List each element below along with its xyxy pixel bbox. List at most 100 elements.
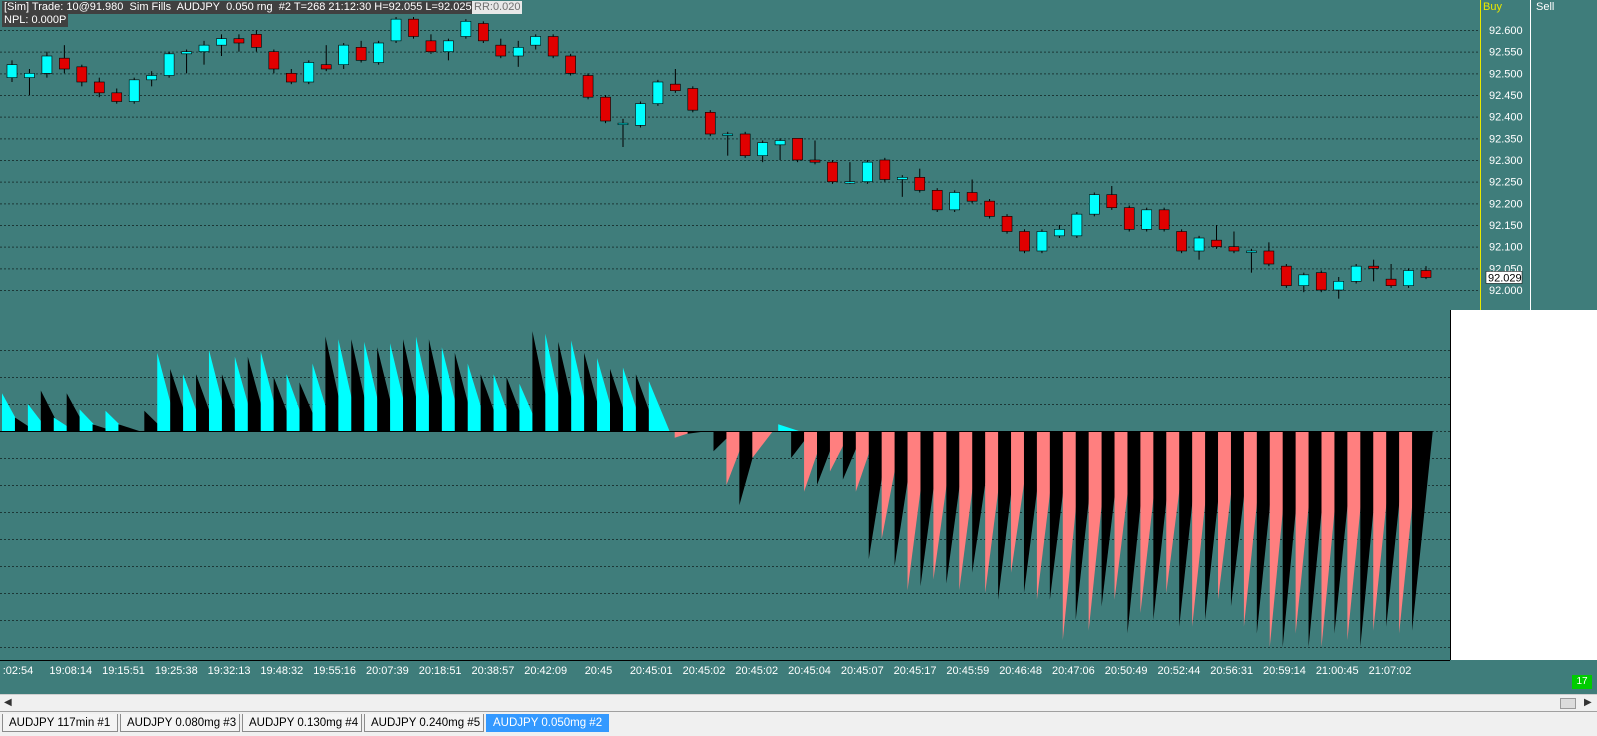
price-candle [600, 96, 611, 122]
time-tick-label: 21:07:02 [1369, 665, 1412, 677]
time-tick-label: 20:38:57 [472, 665, 515, 677]
price-candle [1368, 265, 1379, 269]
price-candle [443, 40, 454, 52]
header-bar: [Sim] Trade: 10@91.980 Sim Fills AUDJPY … [2, 1, 474, 14]
time-tick-label: 20:45:59 [946, 665, 989, 677]
osc-tick-label: -40.00 [1455, 480, 1486, 492]
time-tick-label: 19:25:38 [155, 665, 198, 677]
osc-tick-label: -100.00 [1455, 561, 1492, 573]
scroll-right-icon[interactable]: ▶ [1584, 697, 1592, 708]
time-tick-label: 20:45:07 [841, 665, 884, 677]
price-candle [652, 81, 664, 104]
chart-canvas[interactable]: 92.600 92.550 92.500 92.450 92.400 92.350 92.3… [0, 0, 1597, 694]
price-candle [617, 122, 629, 125]
price-candle [984, 200, 995, 217]
bar-stats: T=268 21:12:30 H=92.055 L=92.025 [293, 1, 472, 13]
price-candle [216, 38, 227, 46]
price-candle [565, 55, 576, 74]
instrument-label: AUDJPY [176, 1, 221, 13]
time-tick-label: :02:54 [3, 665, 34, 677]
price-candle [844, 181, 856, 184]
time-tick-label: 21:00:45 [1316, 665, 1359, 677]
price-tick-label: 92.600 [1489, 25, 1523, 37]
tab-audjpy-0050mg[interactable]: AUDJPY 0.050mg #2 [486, 714, 609, 732]
price-candle [512, 47, 524, 57]
price-candle [1019, 231, 1030, 252]
price-candle [111, 92, 123, 102]
price-candle [495, 44, 507, 57]
price-candle [320, 64, 332, 70]
fills-label: Sim Fills [129, 1, 172, 13]
osc-tick-label: -80.00 [1455, 534, 1486, 546]
time-tick-label: 20:50:49 [1105, 665, 1148, 677]
price-candle [390, 18, 402, 42]
price-candle [1281, 265, 1292, 286]
price-candle [251, 34, 262, 48]
rr-label: RR:0.020 [472, 1, 523, 14]
price-candle [722, 133, 734, 136]
tab-audjpy-0080mg[interactable]: AUDJPY 0.080mg #3 [120, 714, 240, 732]
price-tick-label: 92.400 [1489, 112, 1523, 124]
price-tick-label: 92.150 [1489, 220, 1523, 232]
price-candle [931, 190, 943, 211]
price-candle [1036, 231, 1048, 252]
horizontal-scrollbar[interactable]: ◀ ▶ [0, 694, 1597, 712]
price-candle [41, 55, 53, 74]
osc-tick-label: 40.00 [1455, 372, 1483, 384]
osc-tick-label: -20.00 [1455, 453, 1486, 465]
price-candle [1246, 250, 1257, 253]
price-candle [547, 36, 559, 57]
price-candle [1193, 237, 1205, 252]
chart-background [0, 0, 1597, 694]
price-candle [670, 83, 681, 91]
time-tick-label: 20:52:44 [1158, 665, 1201, 677]
time-tick-label: 20:59:14 [1263, 665, 1306, 677]
price-candle [408, 18, 419, 37]
time-tick-label: 19:32:13 [208, 665, 251, 677]
time-tick-label: 20:45:02 [735, 665, 778, 677]
price-candle [582, 75, 594, 98]
tab-audjpy-0130mg[interactable]: AUDJPY 0.130mg #4 [242, 714, 362, 732]
price-candle [163, 53, 175, 76]
price-candle [1176, 231, 1187, 252]
time-tick-label: 19:48:32 [260, 665, 303, 677]
tab-audjpy-0240mg[interactable]: AUDJPY 0.240mg #5 [364, 714, 484, 732]
price-candle [181, 51, 192, 55]
osc-tick-label: 0.00 [1455, 426, 1476, 438]
price-candle [809, 159, 821, 163]
osc-tick-label: -160.00 [1455, 642, 1492, 654]
price-tick-label: 92.100 [1489, 242, 1523, 254]
price-candle [1350, 265, 1362, 282]
price-candle [1263, 250, 1275, 265]
time-tick-label: 20:56:31 [1210, 665, 1253, 677]
price-candle [460, 21, 472, 37]
price-candle [1385, 278, 1397, 286]
osc-tick-label: 20.00 [1455, 399, 1483, 411]
time-tick-label: 19:08:14 [49, 665, 92, 677]
price-tick-label: 92.000 [1489, 285, 1523, 297]
price-candle [1071, 213, 1083, 237]
scroll-thumb[interactable] [1560, 698, 1576, 709]
price-candle [1089, 194, 1100, 215]
price-candle [425, 40, 437, 52]
price-tick-label: 92.500 [1489, 68, 1523, 80]
sell-button[interactable]: Sell [1536, 1, 1554, 13]
price-candle [1333, 281, 1345, 291]
buy-button[interactable]: Buy [1483, 1, 1502, 13]
price-candle [530, 36, 542, 46]
chart-number: #2 [278, 1, 292, 13]
price-candle [59, 57, 70, 70]
price-candle [355, 47, 367, 61]
price-tick-label: 92.350 [1489, 133, 1523, 145]
price-candle [1106, 194, 1118, 208]
price-candle [233, 38, 245, 44]
scroll-left-icon[interactable]: ◀ [4, 697, 12, 708]
price-candle [1123, 207, 1135, 230]
osc-tick-label: -60.00 [1455, 507, 1486, 519]
osc-tick-label: 60.00 [1455, 345, 1483, 357]
price-candle [1001, 216, 1013, 232]
tab-audjpy-117min[interactable]: AUDJPY 117min #1 [2, 714, 118, 732]
osc-tick-label: -140.00 [1455, 615, 1492, 627]
price-tick-label: 92.200 [1489, 198, 1523, 210]
price-candle [198, 44, 210, 52]
